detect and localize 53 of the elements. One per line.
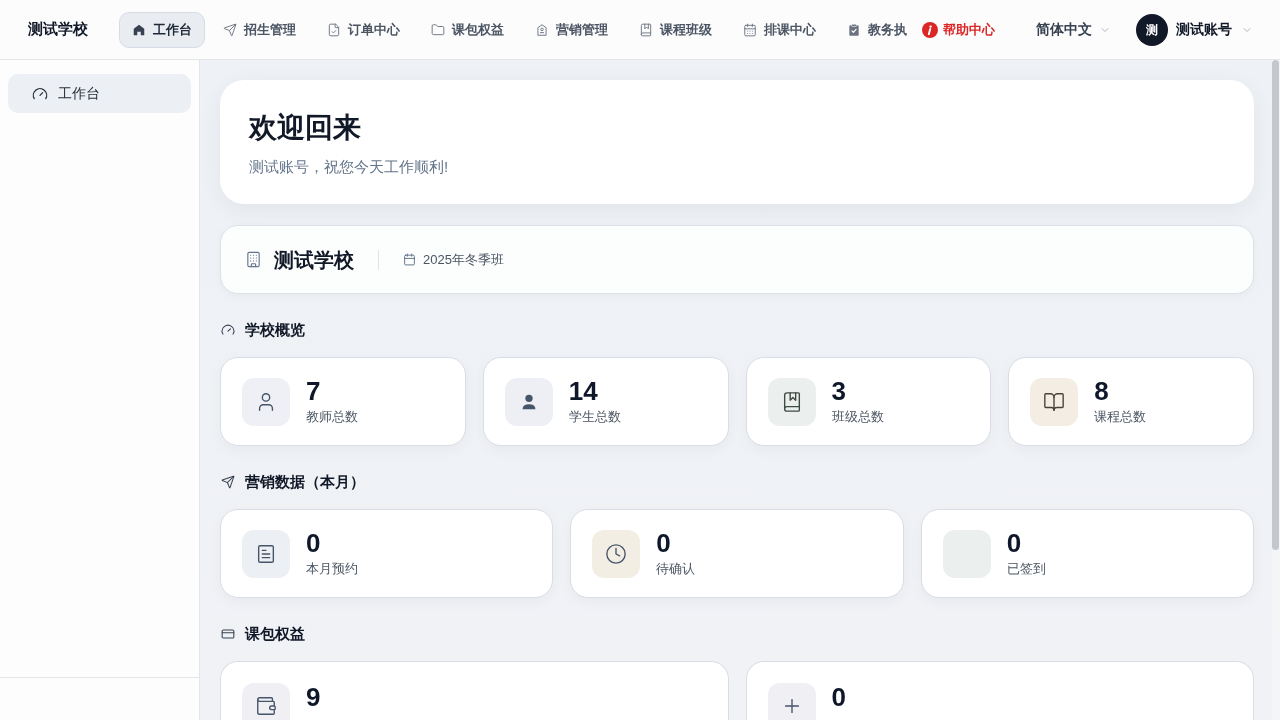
stat-value: 0 xyxy=(831,683,846,711)
book-icon xyxy=(639,22,653,37)
paper-plane-icon xyxy=(221,475,235,489)
section-title: 营销数据（本月） xyxy=(245,471,365,492)
stat-value: 8 xyxy=(1094,377,1109,405)
section-title: 学校概览 xyxy=(245,319,305,340)
nav-tab[interactable]: 订单中心 xyxy=(314,11,413,48)
card-icon xyxy=(221,627,235,641)
welcome-title: 欢迎回来 xyxy=(249,111,361,145)
building-icon xyxy=(245,251,262,268)
stat-value: 0 xyxy=(656,529,671,557)
sidebar-item[interactable]: 工作台 xyxy=(8,74,191,113)
document-check-icon xyxy=(327,22,341,37)
help-link[interactable]: 帮助中心 xyxy=(922,19,995,40)
stat-value: 7 xyxy=(306,377,321,405)
folder-icon xyxy=(431,22,445,37)
stat-value: 3 xyxy=(831,377,846,405)
paper-plane-icon xyxy=(223,22,237,37)
welcome-subtitle: 测试账号，祝您今天工作顺利! xyxy=(249,157,449,177)
calendar-icon xyxy=(743,22,757,37)
user-menu[interactable]: 测 测试账号 xyxy=(1136,13,1253,46)
stat-label: 已签到 xyxy=(1006,560,1046,578)
gauge-icon xyxy=(32,85,48,102)
nav-tab[interactable]: 排课中心 xyxy=(730,11,829,48)
stat-label: 学生总数 xyxy=(568,408,621,426)
info-icon xyxy=(922,21,938,38)
section-title: 课包权益 xyxy=(245,623,305,644)
stat-label: 班级总数 xyxy=(831,408,884,426)
scrollbar-thumb[interactable] xyxy=(1272,60,1279,550)
avatar: 测 xyxy=(1136,13,1168,46)
stat-value: 9 xyxy=(306,683,321,711)
stat-value: 14 xyxy=(568,377,598,405)
stat-label: 教师总数 xyxy=(306,408,358,426)
term-label: 2025年冬季班 xyxy=(423,250,504,269)
nav-tab[interactable]: 课包权益 xyxy=(418,11,517,48)
stat-value: 0 xyxy=(306,529,321,557)
clipboard-check-icon xyxy=(847,22,861,37)
stat-value: 0 xyxy=(1006,529,1022,557)
gauge-icon xyxy=(221,323,235,337)
language-select[interactable]: 简体中文 xyxy=(1036,19,1111,40)
stat-label: 本月预约 xyxy=(306,560,358,578)
nav-tab[interactable]: 教务执 xyxy=(834,11,912,48)
stat-label: 课程总数 xyxy=(1094,408,1147,426)
calendar-icon xyxy=(403,253,416,266)
brand-name: 测试学校 xyxy=(28,19,88,40)
nav-tab[interactable]: 招生管理 xyxy=(210,11,309,48)
nav-tab[interactable]: 营销管理 xyxy=(522,11,621,48)
nav-tab[interactable]: 工作台 xyxy=(119,11,205,48)
home-icon xyxy=(132,22,146,37)
badge-icon xyxy=(535,22,549,37)
nav-tab[interactable]: 课程班级 xyxy=(626,11,725,48)
stat-label: 待确认 xyxy=(656,560,696,578)
school-name: 测试学校 xyxy=(274,247,354,273)
